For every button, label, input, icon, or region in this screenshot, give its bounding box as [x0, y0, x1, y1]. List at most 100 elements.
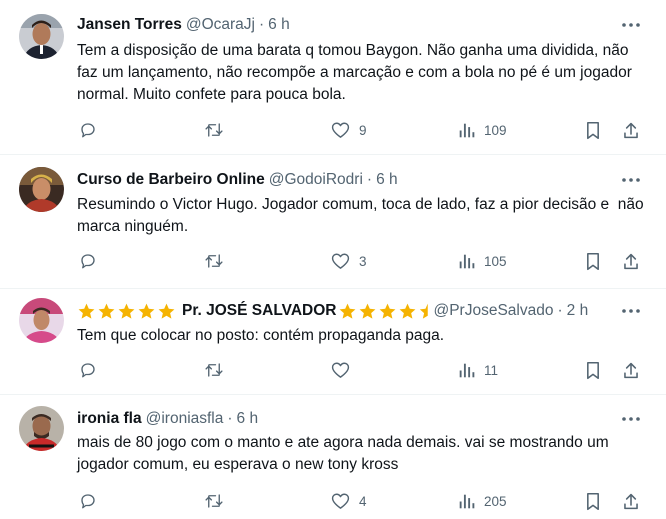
reply-feed: Jansen Torres @OcaraJj · 6 h Tem a dispo…	[0, 0, 666, 519]
action-bar: 3 105	[77, 250, 647, 272]
like-icon	[331, 361, 350, 379]
separator-dot: ·	[258, 16, 265, 33]
share-icon	[622, 252, 640, 271]
retweet-icon	[204, 121, 224, 139]
timestamp[interactable]: 2 h	[567, 301, 589, 321]
retweet-button[interactable]	[204, 119, 233, 141]
tweet-text: Tem que colocar no posto: contém propaga…	[77, 327, 445, 344]
reply-button[interactable]	[79, 119, 106, 141]
retweet-icon	[204, 252, 224, 270]
more-icon[interactable]	[621, 17, 641, 33]
star-emoji-group	[338, 302, 429, 321]
share-button[interactable]	[622, 119, 640, 141]
like-count: 9	[359, 122, 367, 138]
bookmark-button[interactable]	[585, 250, 601, 272]
star-icon	[78, 303, 95, 319]
views-button[interactable]: 11	[458, 359, 498, 381]
view-count: 205	[484, 493, 507, 509]
timestamp[interactable]: 6 h	[376, 170, 398, 190]
display-name[interactable]: Jansen Torres	[77, 15, 182, 35]
display-name[interactable]: Pr. JOSÉ SALVADOR	[182, 301, 336, 321]
user-handle[interactable]: @OcaraJj	[186, 15, 255, 35]
share-button[interactable]	[622, 490, 640, 512]
avatar[interactable]	[19, 298, 64, 343]
like-button[interactable]	[331, 359, 359, 381]
views-icon	[458, 493, 475, 510]
view-count: 11	[484, 362, 499, 378]
star-icon	[360, 303, 376, 319]
share-icon	[622, 121, 640, 140]
star-icon	[420, 303, 429, 319]
user-handle[interactable]: @GodoiRodri	[269, 170, 363, 190]
user-handle[interactable]: @ironiasfla	[146, 409, 224, 429]
action-bar: 9 109	[77, 119, 647, 141]
retweet-button[interactable]	[204, 250, 233, 272]
avatar[interactable]	[19, 167, 64, 212]
tweet[interactable]: Pr. JOSÉ SALVADOR @PrJoseSalvado · 2 h T…	[0, 289, 666, 395]
tweet-text: Resumindo o Victor Hugo. Jogador comum, …	[77, 196, 648, 235]
tweet-text: mais de 80 jogo com o manto e ate agora …	[77, 434, 613, 473]
retweet-button[interactable]	[204, 490, 233, 512]
bookmark-button[interactable]	[585, 490, 601, 512]
avatar[interactable]	[19, 14, 64, 59]
display-name[interactable]: Curso de Barbeiro Online	[77, 170, 265, 190]
views-button[interactable]: 109	[458, 119, 507, 141]
more-icon[interactable]	[621, 411, 641, 427]
views-button[interactable]: 105	[458, 250, 507, 272]
reply-button[interactable]	[79, 490, 106, 512]
like-count: 4	[359, 493, 367, 509]
display-name[interactable]: ironia fla	[77, 409, 142, 429]
views-icon	[458, 122, 475, 139]
star-icon	[340, 303, 356, 319]
like-icon	[331, 252, 350, 270]
share-icon	[622, 361, 640, 380]
view-count: 109	[484, 122, 507, 138]
reply-icon	[79, 361, 97, 379]
avatar[interactable]	[19, 406, 64, 451]
share-icon	[622, 492, 640, 511]
star-icon	[380, 303, 396, 319]
like-button[interactable]: 9	[331, 119, 367, 141]
reply-button[interactable]	[79, 250, 106, 272]
star-icon	[158, 303, 175, 319]
bookmark-button[interactable]	[585, 359, 601, 381]
separator-dot: ·	[557, 302, 563, 319]
separator-dot: ·	[227, 410, 233, 427]
star-emoji-group	[77, 302, 177, 321]
like-icon	[331, 492, 350, 510]
reply-button[interactable]	[79, 359, 106, 381]
views-button[interactable]: 205	[458, 490, 507, 512]
like-icon	[331, 121, 350, 139]
reply-icon	[79, 252, 97, 270]
like-button[interactable]: 4	[331, 490, 367, 512]
share-button[interactable]	[622, 359, 640, 381]
bookmark-icon	[585, 252, 601, 271]
share-button[interactable]	[622, 250, 640, 272]
bookmark-icon	[585, 361, 601, 380]
timestamp[interactable]: 6 h	[237, 409, 259, 429]
reply-icon	[79, 121, 97, 139]
retweet-icon	[204, 361, 224, 379]
like-button[interactable]: 3	[331, 250, 367, 272]
view-count: 105	[484, 253, 507, 269]
star-icon	[400, 303, 416, 319]
timestamp[interactable]: 6 h	[268, 15, 290, 35]
tweet[interactable]: Curso de Barbeiro Online @GodoiRodri · 6…	[0, 155, 666, 289]
separator-dot: ·	[366, 171, 373, 188]
tweet[interactable]: Jansen Torres @OcaraJj · 6 h Tem a dispo…	[0, 0, 666, 155]
tweet[interactable]: ironia fla @ironiasfla · 6 h mais de 80 …	[0, 395, 666, 519]
views-icon	[458, 253, 475, 270]
star-icon	[138, 303, 155, 319]
like-count: 3	[359, 253, 367, 269]
star-icon	[118, 303, 135, 319]
views-icon	[458, 362, 475, 379]
retweet-icon	[204, 492, 224, 510]
user-handle[interactable]: @PrJoseSalvado	[433, 301, 553, 321]
more-icon[interactable]	[621, 303, 641, 319]
action-bar: 11	[77, 359, 647, 381]
retweet-button[interactable]	[204, 359, 233, 381]
reply-icon	[79, 492, 97, 510]
action-bar: 4 205	[77, 490, 647, 512]
bookmark-button[interactable]	[585, 119, 601, 141]
more-icon[interactable]	[621, 172, 641, 188]
